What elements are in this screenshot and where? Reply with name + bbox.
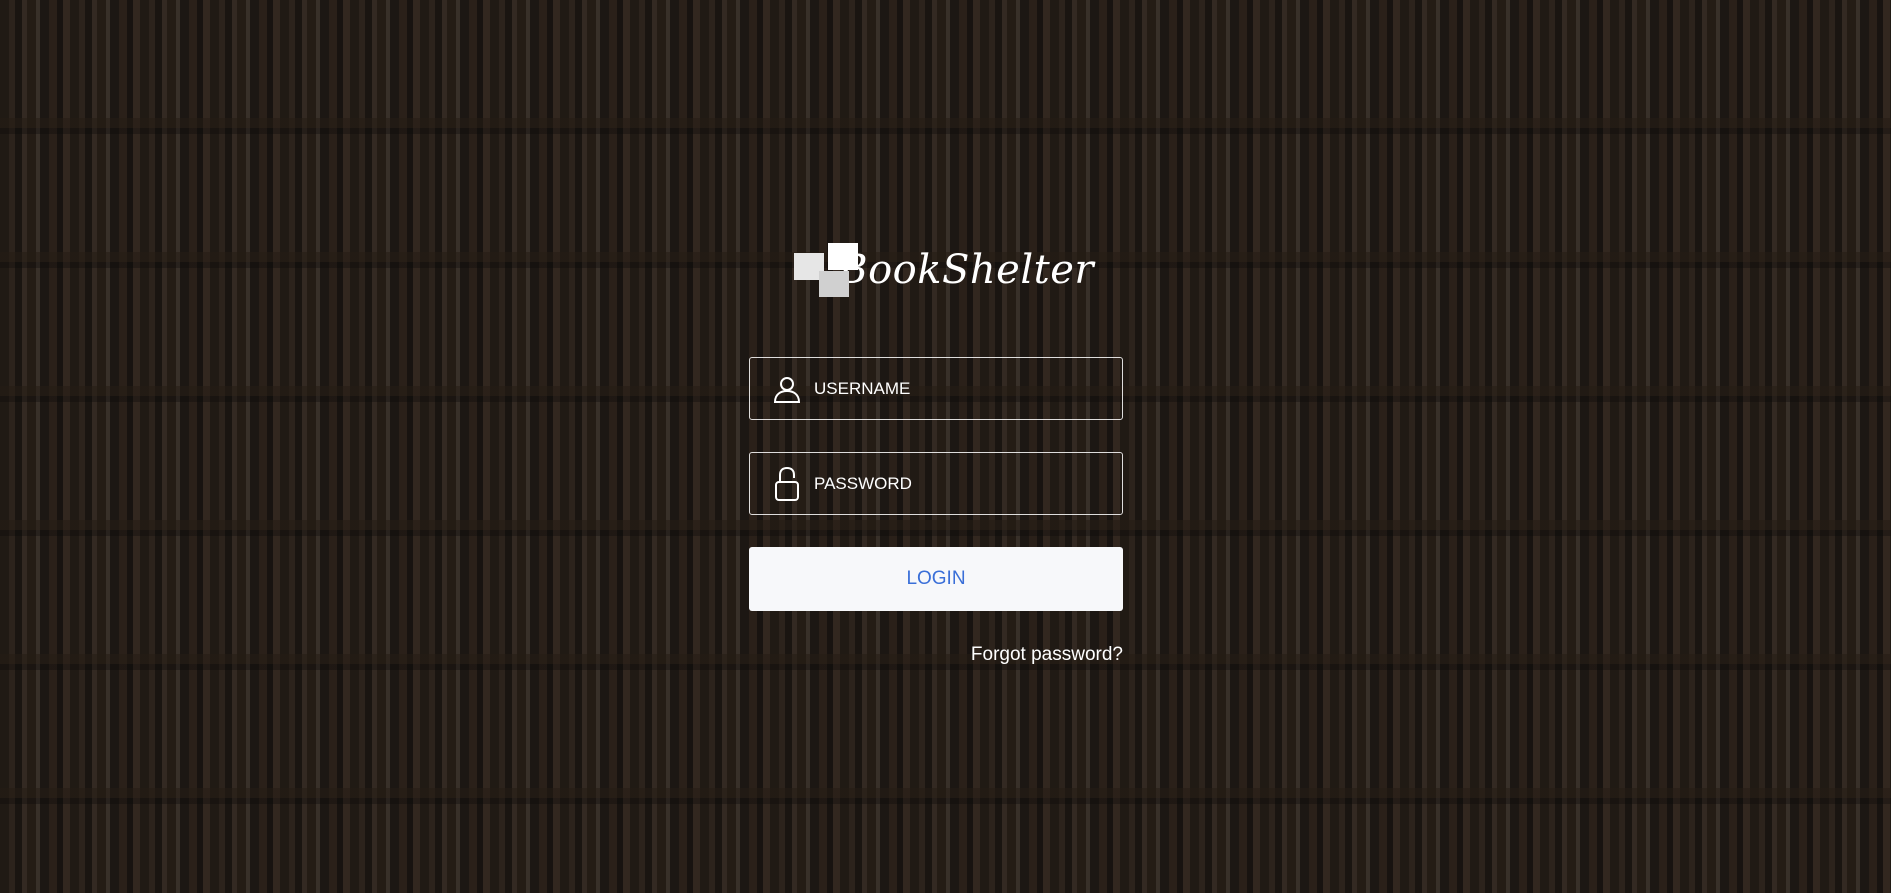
lock-icon: [770, 466, 804, 501]
brand-name: BookShelter: [838, 247, 1094, 293]
user-icon: [770, 372, 804, 406]
dark-overlay: [0, 0, 1891, 893]
username-field[interactable]: [749, 357, 1123, 420]
brand-header: BookShelter: [794, 240, 1094, 300]
username-input[interactable]: [814, 358, 1122, 419]
login-button[interactable]: LOGIN: [749, 547, 1123, 611]
password-field[interactable]: [749, 452, 1123, 515]
logo-icon: [794, 241, 858, 299]
forgot-password-link[interactable]: Forgot password?: [971, 644, 1123, 666]
password-input[interactable]: [814, 453, 1122, 514]
